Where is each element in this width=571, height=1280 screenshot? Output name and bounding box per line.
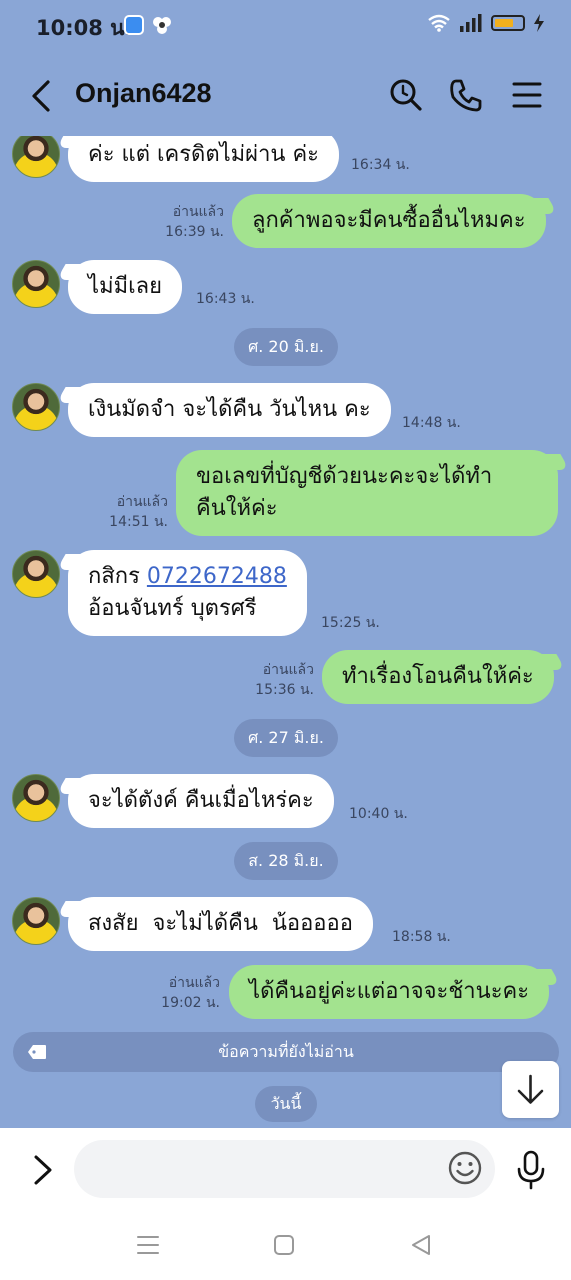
bank-name: กสิกร xyxy=(88,564,140,589)
chat-title: Onjan6428 xyxy=(75,78,212,108)
message-time: 18:58 น. xyxy=(392,929,451,945)
avatar[interactable] xyxy=(12,260,60,308)
status-time: 10:08 น. xyxy=(36,16,133,40)
arrow-down-icon xyxy=(517,1074,544,1104)
avatar[interactable] xyxy=(12,136,60,178)
message-text: สงสัย จะไม่ได้คืน น้อออออ xyxy=(88,911,353,936)
message-bubble-incoming[interactable]: จะได้ตังค์ คืนเมื่อไหร่คะ xyxy=(68,774,334,828)
message-bubble-outgoing[interactable]: ทำเรื่องโอนคืนให้ค่ะ xyxy=(322,650,554,704)
message-time: 10:40 น. xyxy=(349,806,408,822)
message-time: 16:43 น. xyxy=(196,291,255,307)
chat-area[interactable]: ค่ะ แต่ เครดิตไม่ผ่าน ค่ะ 16:34 น. อ่านแ… xyxy=(0,136,571,1128)
home-icon[interactable] xyxy=(269,1230,299,1260)
date-separator: ส. 28 มิ.ย. xyxy=(234,842,338,880)
unread-messages-label: ข้อความที่ยังไม่อ่าน xyxy=(218,1042,354,1061)
message-text: ไม่มีเลย xyxy=(88,274,162,299)
chevron-right-icon[interactable] xyxy=(26,1148,60,1192)
message-bubble-outgoing[interactable]: ลูกค้าพอจะมีคนซื้ออื่นไหมคะ xyxy=(232,194,546,248)
search-icon[interactable] xyxy=(386,75,426,115)
message-bubble-incoming[interactable]: กสิกร 0722672488 อ้อนจันทร์ บุตรศรี xyxy=(68,550,307,636)
message-composer xyxy=(0,1128,571,1210)
back-nav-icon[interactable] xyxy=(406,1230,436,1260)
read-receipt: อ่านแล้ว xyxy=(116,494,168,510)
avatar[interactable] xyxy=(12,897,60,945)
scroll-to-bottom-button[interactable] xyxy=(502,1061,559,1118)
phone-icon[interactable] xyxy=(446,75,486,115)
message-time: 16:39 น. xyxy=(165,224,224,240)
wifi-icon xyxy=(428,14,450,32)
back-icon[interactable] xyxy=(22,76,62,116)
tag-icon xyxy=(28,1045,46,1059)
message-bubble-outgoing[interactable]: ได้คืนอยู่ค่ะแต่อาจจะช้านะคะ xyxy=(229,965,550,1019)
avatar[interactable] xyxy=(12,774,60,822)
message-text: ค่ะ แต่ เครดิตไม่ผ่าน ค่ะ xyxy=(88,142,319,167)
unread-messages-bar[interactable]: ข้อความที่ยังไม่อ่าน xyxy=(13,1032,559,1072)
microphone-icon[interactable] xyxy=(514,1148,548,1192)
message-text: เงินมัดจำ จะได้คืน วันไหน คะ xyxy=(88,397,371,422)
message-text: ทำเรื่องโอนคืนให้ค่ะ xyxy=(342,664,534,689)
app-notification-icon-2 xyxy=(152,15,172,35)
emoji-icon[interactable] xyxy=(447,1150,483,1186)
status-bar: 10:08 น. xyxy=(0,0,571,50)
message-bubble-outgoing[interactable]: ขอเลขที่บัญชีด้วยนะคะจะได้ทำ คืนให้ค่ะ xyxy=(176,450,558,536)
message-text: ลูกค้าพอจะมีคนซื้ออื่นไหมคะ xyxy=(252,208,526,233)
message-time: 19:02 น. xyxy=(161,995,220,1011)
read-receipt: อ่านแล้ว xyxy=(172,204,224,220)
app-notification-icon xyxy=(124,15,144,35)
date-separator: ศ. 27 มิ.ย. xyxy=(234,719,338,757)
today-separator: วันนี้ xyxy=(255,1086,317,1122)
avatar[interactable] xyxy=(12,383,60,431)
message-time: 16:34 น. xyxy=(351,157,410,173)
message-time: 14:48 น. xyxy=(402,415,461,431)
battery-icon xyxy=(491,15,525,31)
signal-icon xyxy=(460,14,482,32)
message-text: จะได้ตังค์ คืนเมื่อไหร่คะ xyxy=(88,788,314,813)
message-time: 14:51 น. xyxy=(109,514,168,530)
read-receipt: อ่านแล้ว xyxy=(262,662,314,678)
date-separator: ศ. 20 มิ.ย. xyxy=(234,328,338,366)
message-bubble-incoming[interactable]: ค่ะ แต่ เครดิตไม่ผ่าน ค่ะ xyxy=(68,136,339,182)
status-indicators xyxy=(427,14,545,32)
recents-icon[interactable] xyxy=(133,1230,163,1260)
avatar[interactable] xyxy=(12,550,60,598)
menu-icon[interactable] xyxy=(507,75,547,115)
message-text: ได้คืนอยู่ค่ะแต่อาจจะช้านะคะ xyxy=(249,979,530,1004)
account-holder-name: อ้อนจันทร์ บุตรศรี xyxy=(88,596,257,621)
message-input[interactable] xyxy=(74,1140,495,1198)
read-receipt: อ่านแล้ว xyxy=(168,975,220,991)
account-number-link[interactable]: 0722672488 xyxy=(147,564,287,589)
message-bubble-incoming[interactable]: เงินมัดจำ จะได้คืน วันไหน คะ xyxy=(68,383,391,437)
message-text-line: คืนให้ค่ะ xyxy=(196,496,278,521)
message-time: 15:25 น. xyxy=(321,615,380,631)
message-bubble-incoming[interactable]: ไม่มีเลย xyxy=(68,260,182,314)
system-nav-bar xyxy=(0,1210,571,1280)
message-text-line: ขอเลขที่บัญชีด้วยนะคะจะได้ทำ xyxy=(196,464,493,489)
chat-header: Onjan6428 xyxy=(0,50,571,136)
charging-icon xyxy=(534,14,544,32)
message-time: 15:36 น. xyxy=(255,682,314,698)
message-bubble-incoming[interactable]: สงสัย จะไม่ได้คืน น้อออออ xyxy=(68,897,373,951)
